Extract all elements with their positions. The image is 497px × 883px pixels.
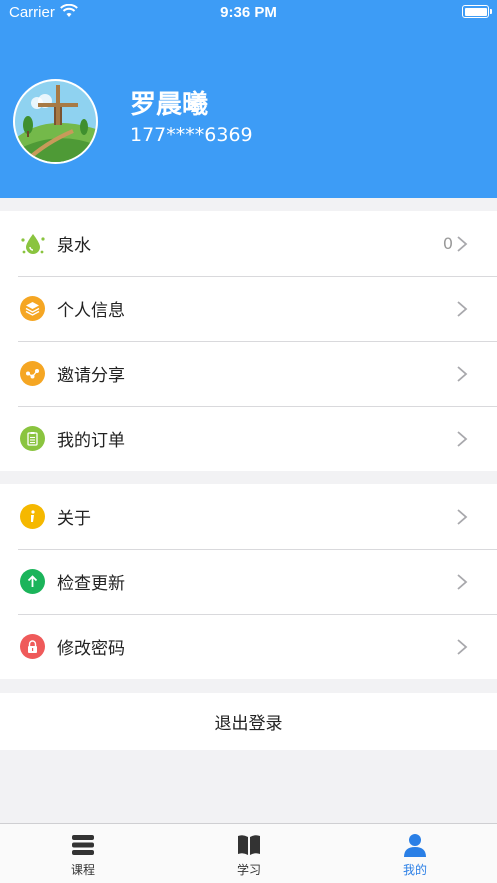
chevron-right-icon bbox=[457, 236, 468, 252]
tab-study[interactable]: 学习 bbox=[166, 824, 332, 883]
user-phone: 177****6369 bbox=[130, 124, 253, 146]
menu-item-label: 关于 bbox=[57, 509, 91, 529]
lock-icon bbox=[20, 634, 45, 659]
menu-item-label: 我的订单 bbox=[57, 431, 125, 451]
avatar[interactable] bbox=[13, 79, 98, 164]
chevron-right-icon bbox=[457, 431, 468, 447]
tab-label: 学习 bbox=[236, 863, 261, 877]
chevron-right-icon bbox=[457, 301, 468, 317]
tab-label: 课程 bbox=[70, 863, 95, 877]
windmill-avatar-image bbox=[15, 81, 96, 162]
menu-item-change-password[interactable]: 修改密码 bbox=[0, 614, 497, 679]
layers-icon bbox=[20, 296, 45, 321]
menu-item-label: 泉水 bbox=[57, 236, 91, 256]
tab-label: 我的 bbox=[402, 863, 427, 877]
menu-item-label: 修改密码 bbox=[57, 639, 125, 659]
menu-item-personal-info[interactable]: 个人信息 bbox=[0, 276, 497, 341]
clipboard-icon bbox=[20, 426, 45, 451]
water-drop-icon bbox=[20, 231, 45, 256]
user-name: 罗晨曦 bbox=[130, 90, 209, 120]
spring-water-count: 0 bbox=[442, 234, 453, 253]
menu-item-label: 检查更新 bbox=[57, 574, 125, 594]
person-icon bbox=[404, 834, 426, 857]
tab-mine[interactable]: 我的 bbox=[332, 824, 497, 883]
menu-item-about[interactable]: 关于 bbox=[0, 484, 497, 549]
status-bar: Carrier 9:36 PM bbox=[0, 0, 497, 26]
logout-button[interactable]: 退出登录 bbox=[0, 693, 497, 750]
stack-icon bbox=[72, 835, 94, 855]
arrow-up-icon bbox=[20, 569, 45, 594]
battery-icon bbox=[462, 5, 492, 18]
menu-item-check-update[interactable]: 检查更新 bbox=[0, 549, 497, 614]
menu-group-settings: 关于 检查更新 修改密码 bbox=[0, 484, 497, 679]
profile-header: Carrier 9:36 PM 罗晨曦 177****6369 bbox=[0, 0, 497, 198]
share-icon bbox=[20, 361, 45, 386]
tab-bar: 课程 学习 我的 bbox=[0, 823, 497, 883]
menu-group-account: 泉水 0 个人信息 邀请分享 我的订单 bbox=[0, 211, 497, 471]
tab-courses[interactable]: 课程 bbox=[0, 824, 166, 883]
chevron-right-icon bbox=[457, 574, 468, 590]
menu-item-spring-water[interactable]: 泉水 0 bbox=[0, 211, 497, 276]
book-icon bbox=[238, 835, 260, 855]
clock: 9:36 PM bbox=[220, 4, 277, 21]
menu-item-label: 个人信息 bbox=[57, 301, 125, 321]
chevron-right-icon bbox=[457, 366, 468, 382]
menu-item-label: 邀请分享 bbox=[57, 366, 125, 386]
chevron-right-icon bbox=[457, 509, 468, 525]
info-icon bbox=[20, 504, 45, 529]
chevron-right-icon bbox=[457, 639, 468, 655]
menu-item-invite-share[interactable]: 邀请分享 bbox=[0, 341, 497, 406]
menu-item-my-orders[interactable]: 我的订单 bbox=[0, 406, 497, 471]
